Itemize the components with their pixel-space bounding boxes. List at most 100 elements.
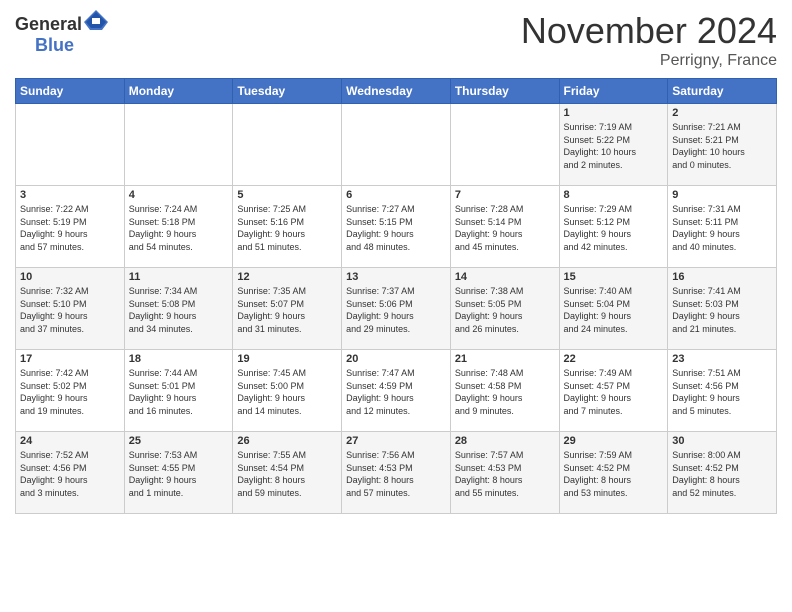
calendar-cell: 2Sunrise: 7:21 AM Sunset: 5:21 PM Daylig… [668, 104, 777, 186]
calendar-cell: 5 Sunrise: 7:25 AM Sunset: 5:16 PM Daylig… [233, 186, 342, 268]
day-info: Sunrise: 7:25 AM Sunset: 5:16 PM Dayligh… [237, 203, 337, 253]
day-info: Sunrise: 8:00 AM Sunset: 4:52 PM Dayligh… [672, 449, 772, 499]
calendar-cell: 28Sunrise: 7:57 AM Sunset: 4:53 PM Dayli… [450, 432, 559, 514]
day-number: 10 [20, 271, 120, 283]
calendar-cell: 6 Sunrise: 7:27 AM Sunset: 5:15 PM Daylig… [342, 186, 451, 268]
month-title: November 2024 [521, 10, 777, 52]
title-section: November 2024 Perrigny, France [521, 10, 777, 70]
logo-content: General Blue [15, 10, 108, 56]
day-number: 26 [237, 435, 337, 447]
calendar-cell: 23 Sunrise: 7:51 AM Sunset: 4:56 PM Dayli… [668, 350, 777, 432]
week-row-2: 3 Sunrise: 7:22 AM Sunset: 5:19 PM Daylig… [16, 186, 777, 268]
col-tuesday: Tuesday [233, 79, 342, 104]
day-info: Sunrise: 7:22 AM Sunset: 5:19 PM Dayligh… [20, 203, 120, 253]
week-row-4: 17Sunrise: 7:42 AM Sunset: 5:02 PM Dayli… [16, 350, 777, 432]
day-info: Sunrise: 7:59 AM Sunset: 4:52 PM Dayligh… [564, 449, 664, 499]
calendar-cell [450, 104, 559, 186]
calendar-cell: 27 Sunrise: 7:56 AM Sunset: 4:53 PM Dayli… [342, 432, 451, 514]
day-info: Sunrise: 7:52 AM Sunset: 4:56 PM Dayligh… [20, 449, 120, 499]
day-number: 5 [237, 189, 337, 201]
calendar-cell: 22 Sunrise: 7:49 AM Sunset: 4:57 PM Dayli… [559, 350, 668, 432]
day-info: Sunrise: 7:24 AM Sunset: 5:18 PM Dayligh… [129, 203, 229, 253]
calendar-cell: 11Sunrise: 7:34 AM Sunset: 5:08 PM Dayli… [124, 268, 233, 350]
day-info: Sunrise: 7:51 AM Sunset: 4:56 PM Dayligh… [672, 367, 772, 417]
day-number: 8 [564, 189, 664, 201]
day-info: Sunrise: 7:27 AM Sunset: 5:15 PM Dayligh… [346, 203, 446, 253]
calendar-cell: 30 Sunrise: 8:00 AM Sunset: 4:52 PM Dayli… [668, 432, 777, 514]
logo-text-blue: Blue [35, 35, 74, 55]
day-number: 7 [455, 189, 555, 201]
day-number: 4 [129, 189, 229, 201]
calendar-cell: 20 Sunrise: 7:47 AM Sunset: 4:59 PM Dayli… [342, 350, 451, 432]
day-number: 21 [455, 353, 555, 365]
day-number: 1 [564, 107, 664, 119]
calendar-cell: 3 Sunrise: 7:22 AM Sunset: 5:19 PM Daylig… [16, 186, 125, 268]
calendar-cell: 16 Sunrise: 7:41 AM Sunset: 5:03 PM Dayli… [668, 268, 777, 350]
day-info: Sunrise: 7:49 AM Sunset: 4:57 PM Dayligh… [564, 367, 664, 417]
day-info: Sunrise: 7:45 AM Sunset: 5:00 PM Dayligh… [237, 367, 337, 417]
day-info: Sunrise: 7:32 AM Sunset: 5:10 PM Dayligh… [20, 285, 120, 335]
calendar-cell: 8 Sunrise: 7:29 AM Sunset: 5:12 PM Daylig… [559, 186, 668, 268]
calendar-cell: 24 Sunrise: 7:52 AM Sunset: 4:56 PM Dayli… [16, 432, 125, 514]
day-info: Sunrise: 7:41 AM Sunset: 5:03 PM Dayligh… [672, 285, 772, 335]
day-info: Sunrise: 7:44 AM Sunset: 5:01 PM Dayligh… [129, 367, 229, 417]
calendar-cell [233, 104, 342, 186]
calendar-cell: 25Sunrise: 7:53 AM Sunset: 4:55 PM Dayli… [124, 432, 233, 514]
day-info: Sunrise: 7:29 AM Sunset: 5:12 PM Dayligh… [564, 203, 664, 253]
calendar-cell [342, 104, 451, 186]
day-number: 9 [672, 189, 772, 201]
day-number: 24 [20, 435, 120, 447]
day-info: Sunrise: 7:21 AM Sunset: 5:21 PM Dayligh… [672, 121, 772, 171]
day-number: 28 [455, 435, 555, 447]
calendar-table: Sunday Monday Tuesday Wednesday Thursday… [15, 78, 777, 514]
week-row-3: 10 Sunrise: 7:32 AM Sunset: 5:10 PM Dayli… [16, 268, 777, 350]
calendar-cell: 10 Sunrise: 7:32 AM Sunset: 5:10 PM Dayli… [16, 268, 125, 350]
calendar-cell: 26Sunrise: 7:55 AM Sunset: 4:54 PM Dayli… [233, 432, 342, 514]
day-info: Sunrise: 7:56 AM Sunset: 4:53 PM Dayligh… [346, 449, 446, 499]
day-number: 12 [237, 271, 337, 283]
day-number: 14 [455, 271, 555, 283]
day-number: 6 [346, 189, 446, 201]
day-number: 30 [672, 435, 772, 447]
calendar-cell: 4 Sunrise: 7:24 AM Sunset: 5:18 PM Daylig… [124, 186, 233, 268]
day-info: Sunrise: 7:35 AM Sunset: 5:07 PM Dayligh… [237, 285, 337, 335]
calendar-cell: 9 Sunrise: 7:31 AM Sunset: 5:11 PM Daylig… [668, 186, 777, 268]
day-info: Sunrise: 7:40 AM Sunset: 5:04 PM Dayligh… [564, 285, 664, 335]
calendar-cell: 19Sunrise: 7:45 AM Sunset: 5:00 PM Dayli… [233, 350, 342, 432]
day-number: 3 [20, 189, 120, 201]
week-row-1: 1 Sunrise: 7:19 AM Sunset: 5:22 PM Daylig… [16, 104, 777, 186]
col-monday: Monday [124, 79, 233, 104]
calendar-cell: 13Sunrise: 7:37 AM Sunset: 5:06 PM Dayli… [342, 268, 451, 350]
header-row: Sunday Monday Tuesday Wednesday Thursday… [16, 79, 777, 104]
calendar-cell: 14 Sunrise: 7:38 AM Sunset: 5:05 PM Dayli… [450, 268, 559, 350]
logo-icon [84, 10, 108, 30]
day-info: Sunrise: 7:48 AM Sunset: 4:58 PM Dayligh… [455, 367, 555, 417]
day-number: 16 [672, 271, 772, 283]
day-info: Sunrise: 7:28 AM Sunset: 5:14 PM Dayligh… [455, 203, 555, 253]
calendar-cell: 15Sunrise: 7:40 AM Sunset: 5:04 PM Dayli… [559, 268, 668, 350]
col-friday: Friday [559, 79, 668, 104]
day-info: Sunrise: 7:47 AM Sunset: 4:59 PM Dayligh… [346, 367, 446, 417]
logo-text-general: General [15, 14, 82, 34]
calendar-cell: 17Sunrise: 7:42 AM Sunset: 5:02 PM Dayli… [16, 350, 125, 432]
day-number: 27 [346, 435, 446, 447]
day-info: Sunrise: 7:19 AM Sunset: 5:22 PM Dayligh… [564, 121, 664, 171]
calendar-cell: 29 Sunrise: 7:59 AM Sunset: 4:52 PM Dayli… [559, 432, 668, 514]
calendar-cell: 7 Sunrise: 7:28 AM Sunset: 5:14 PM Daylig… [450, 186, 559, 268]
day-number: 29 [564, 435, 664, 447]
day-number: 25 [129, 435, 229, 447]
day-number: 13 [346, 271, 446, 283]
calendar-cell [124, 104, 233, 186]
day-number: 20 [346, 353, 446, 365]
day-info: Sunrise: 7:34 AM Sunset: 5:08 PM Dayligh… [129, 285, 229, 335]
calendar-cell [16, 104, 125, 186]
day-info: Sunrise: 7:38 AM Sunset: 5:05 PM Dayligh… [455, 285, 555, 335]
calendar-cell: 1 Sunrise: 7:19 AM Sunset: 5:22 PM Daylig… [559, 104, 668, 186]
day-info: Sunrise: 7:31 AM Sunset: 5:11 PM Dayligh… [672, 203, 772, 253]
day-number: 23 [672, 353, 772, 365]
week-row-5: 24 Sunrise: 7:52 AM Sunset: 4:56 PM Dayli… [16, 432, 777, 514]
day-number: 22 [564, 353, 664, 365]
col-sunday: Sunday [16, 79, 125, 104]
logo: General Blue [15, 10, 108, 56]
location: Perrigny, France [521, 52, 777, 70]
